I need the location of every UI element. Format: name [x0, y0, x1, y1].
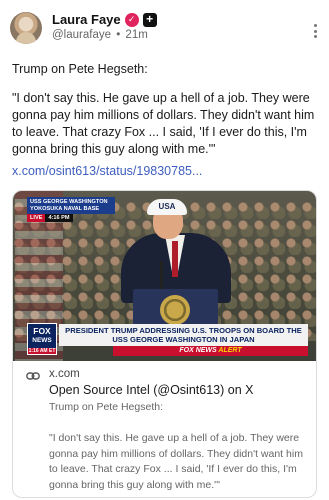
card-domain: x.com: [49, 368, 80, 380]
post-age: 21m: [125, 29, 148, 41]
microphone: [160, 261, 163, 291]
card-quote: "I don't say this. He gave up a hell of …: [49, 432, 303, 491]
verified-badge-icon: ✓: [124, 12, 139, 27]
author-handle[interactable]: @laurafaye: [52, 29, 111, 41]
post-header: Laura Faye ✓ + @laurafaye • 21m: [10, 10, 319, 46]
live-row: LIVE 4:16 PM: [27, 214, 115, 222]
location-tag: USS GEORGE WASHINGTON YOKOSUKA NAVAL BAS…: [27, 197, 115, 222]
card-title[interactable]: Open Source Intel (@Osint613) on X: [49, 383, 253, 397]
separator-dot: •: [116, 29, 121, 41]
author-row: Laura Faye ✓ +: [52, 12, 157, 27]
plus-badge-icon[interactable]: +: [142, 12, 157, 27]
live-time: 4:16 PM: [45, 214, 73, 222]
speaker-tie: [172, 241, 178, 277]
more-dot: [313, 35, 317, 38]
alert-prefix: FOX NEWS: [179, 347, 217, 354]
fox-logo-clock: 1:16 AM ET: [28, 348, 56, 354]
post-link[interactable]: x.com/osint613/status/19830785...: [12, 164, 202, 178]
fox-logo-text: FOX: [33, 326, 51, 336]
post-quote: "I don't say this. He gave up a hell of …: [12, 91, 315, 156]
lower-third: FOX NEWS 1:16 AM ET PRESIDENT TRUMP ADDR…: [13, 321, 316, 361]
chyron-headline: PRESIDENT TRUMP ADDRESSING U.S. TROOPS O…: [59, 324, 308, 346]
more-vertical-icon[interactable]: [313, 24, 317, 38]
fox-logo-sub: NEWS: [32, 337, 52, 344]
alert-word: ALERT: [218, 347, 242, 354]
link-preview-card[interactable]: USA USS GEORGE WASHINGTON YOKOSUKA NAVAL…: [12, 190, 317, 498]
author-name[interactable]: Laura Faye: [52, 12, 121, 27]
fox-news-logo: FOX NEWS 1:16 AM ET: [27, 323, 57, 355]
more-dot: [313, 29, 317, 33]
link-chain-icon: [26, 372, 40, 380]
live-badge: LIVE: [27, 214, 46, 222]
location-tag-text: USS GEORGE WASHINGTON YOKOSUKA NAVAL BAS…: [27, 197, 115, 214]
post-title: Trump on Pete Hegseth:: [12, 62, 148, 76]
more-dot: [313, 24, 317, 27]
card-subtitle: Trump on Pete Hegseth:: [49, 401, 164, 413]
fox-news-alert-bar: FOX NEWS ALERT: [113, 346, 308, 356]
card-meta: x.com Open Source Intel (@Osint613) on X…: [13, 361, 316, 491]
video-thumbnail[interactable]: USA USS GEORGE WASHINGTON YOKOSUKA NAVAL…: [13, 191, 316, 361]
avatar[interactable]: [10, 12, 42, 44]
handle-row: @laurafaye • 21m: [52, 29, 148, 41]
speaker-cap: USA: [147, 199, 187, 215]
